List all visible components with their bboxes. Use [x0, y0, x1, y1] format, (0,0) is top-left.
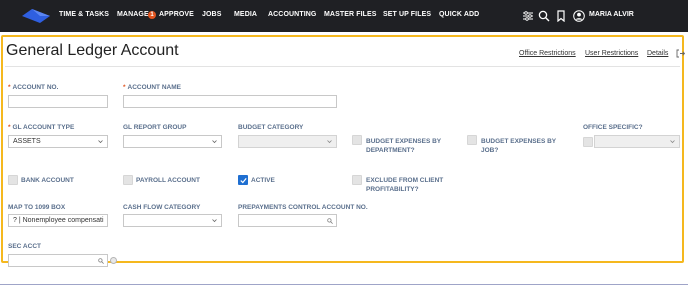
budget-category-select — [238, 135, 337, 148]
budget-expenses-department-label: BUDGET EXPENSES BY DEPARTMENT? — [366, 138, 442, 154]
nav-approve[interactable]: APPROVE — [159, 11, 194, 18]
exit-icon[interactable] — [676, 49, 685, 58]
account-no-input[interactable] — [8, 95, 108, 108]
active-checkbox[interactable] — [238, 175, 248, 185]
budget-expenses-department-checkbox[interactable] — [352, 135, 362, 145]
office-specific-label: OFFICE SPECIFIC? — [583, 124, 643, 131]
sec-acct-label: SEC ACCT — [8, 243, 41, 250]
bottom-divider — [0, 284, 688, 285]
budget-expenses-job-checkbox[interactable] — [467, 135, 477, 145]
nav-time-tasks[interactable]: TIME & TASKS — [59, 11, 109, 18]
office-restrictions-link[interactable]: Office Restrictions — [519, 50, 576, 57]
office-specific-checkbox[interactable] — [583, 137, 593, 147]
chevron-down-icon — [670, 140, 675, 144]
chevron-down-icon — [212, 219, 217, 223]
top-navigation-bar: TIME & TASKS MANAGE 1 APPROVE JOBS MEDIA… — [0, 0, 688, 32]
nav-set-up-files[interactable]: SET UP FILES — [383, 11, 431, 18]
highlighted-form-region — [1, 35, 684, 263]
payroll-account-label: PAYROLL ACCOUNT — [136, 177, 200, 184]
chevron-down-icon — [327, 140, 332, 144]
gl-account-type-value: ASSETS — [13, 138, 41, 145]
gl-report-group-select[interactable] — [123, 135, 222, 148]
page-title: General Ledger Account — [6, 42, 179, 59]
account-name-label: * ACCOUNT NAME — [123, 84, 181, 91]
account-name-input[interactable] — [123, 95, 337, 108]
map-1099-select[interactable]: ? | Nonemployee compensati — [8, 214, 108, 227]
prepayments-control-input[interactable] — [238, 214, 337, 227]
logo-icon[interactable] — [22, 9, 50, 23]
nav-jobs[interactable]: JOBS — [202, 11, 221, 18]
cash-flow-category-label: CASH FLOW CATEGORY — [123, 204, 201, 211]
checkmark-icon — [240, 178, 247, 184]
nav-approve-badge: 1 — [148, 11, 156, 19]
exclude-profitability-label: EXCLUDE FROM CLIENT PROFITABILITY? — [366, 177, 444, 193]
title-divider — [5, 66, 680, 67]
gl-account-type-label: * GL ACCOUNT TYPE — [8, 124, 75, 131]
budget-category-label: BUDGET CATEGORY — [238, 124, 304, 131]
nav-accounting[interactable]: ACCOUNTING — [268, 11, 316, 18]
account-no-label: * ACCOUNT NO. — [8, 84, 59, 91]
nav-master-files[interactable]: MASTER FILES — [324, 11, 377, 18]
nav-media[interactable]: MEDIA — [234, 11, 257, 18]
budget-expenses-job-label: BUDGET EXPENSES BY JOB? — [481, 138, 557, 154]
gl-report-group-label: GL REPORT GROUP — [123, 124, 187, 131]
bank-account-label: BANK ACCOUNT — [21, 177, 74, 184]
bank-account-checkbox[interactable] — [8, 175, 18, 185]
nav-quick-add[interactable]: QUICK ADD — [439, 11, 479, 18]
gl-account-type-select[interactable]: ASSETS — [8, 135, 108, 148]
details-link[interactable]: Details — [647, 50, 668, 57]
search-icon[interactable] — [538, 10, 550, 22]
sec-acct-input[interactable] — [8, 254, 108, 267]
active-label: ACTIVE — [251, 177, 275, 184]
filter-icon[interactable] — [522, 10, 534, 22]
user-icon[interactable] — [573, 10, 585, 22]
exclude-profitability-checkbox[interactable] — [352, 175, 362, 185]
chevron-down-icon — [212, 140, 217, 144]
map-1099-value: ? | Nonemployee compensati — [13, 217, 104, 224]
user-restrictions-link[interactable]: User Restrictions — [585, 50, 638, 57]
map-1099-label: MAP TO 1099 BOX — [8, 204, 66, 211]
loading-indicator — [110, 257, 117, 264]
prepayments-control-label: PREPAYMENTS CONTROL ACCOUNT NO. — [238, 204, 368, 211]
bookmark-icon[interactable] — [555, 10, 567, 22]
chevron-down-icon — [98, 140, 103, 144]
lookup-search-icon[interactable] — [327, 218, 333, 224]
cash-flow-category-select[interactable] — [123, 214, 222, 227]
office-specific-select — [594, 135, 680, 148]
payroll-account-checkbox[interactable] — [123, 175, 133, 185]
lookup-search-icon[interactable] — [98, 258, 104, 264]
user-name[interactable]: MARIA ALVIR — [589, 11, 634, 18]
nav-manage[interactable]: MANAGE — [117, 11, 149, 18]
